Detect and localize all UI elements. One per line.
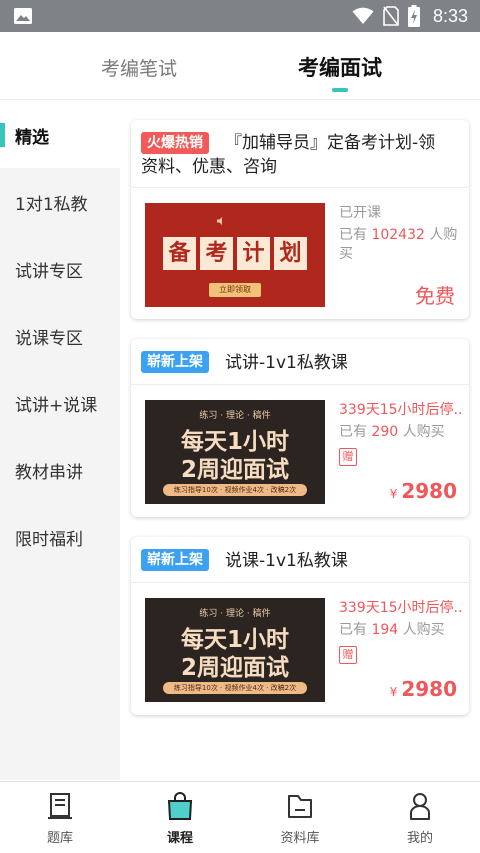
category-sidebar: 精选 1对1私教 试讲专区 说课专区 试讲+说课 教材串讲 限时福利 — [0, 101, 120, 780]
active-tab-indicator — [332, 88, 348, 92]
tab-interview[interactable]: 考编面试 — [298, 52, 382, 82]
thumbnail-char: 计 — [237, 237, 270, 270]
course-price: ¥2980 — [390, 677, 457, 701]
course-thumbnail: 练习 · 理论 · 稿件 每天1小时 2周迎面试 练习指导10次 · 视频作业4… — [145, 598, 325, 702]
sidebar-item-label: 教材串讲 — [15, 463, 83, 483]
sidebar-item-label: 试讲+说课 — [15, 396, 98, 416]
new-arrival-badge: 崭新上架 — [141, 549, 209, 571]
price-value: 2980 — [401, 479, 457, 503]
course-title: 试讲-1v1私教课 — [225, 353, 348, 373]
sidebar-item-label: 说课专区 — [15, 329, 83, 349]
sidebar-item-label: 试讲专区 — [15, 262, 83, 282]
purchase-prefix: 已有 — [339, 424, 367, 440]
nav-courses[interactable]: 课程 — [120, 782, 240, 853]
sidebar-item-featured[interactable]: 精选 — [0, 101, 120, 168]
currency-symbol: ¥ — [389, 685, 398, 699]
purchase-suffix: 买 — [339, 246, 353, 262]
purchase-count: 已有 290 人购买 — [339, 423, 463, 442]
sidebar-item-lecture-and-talk[interactable]: 试讲+说课 — [0, 369, 120, 436]
sidebar-item-label: 精选 — [15, 128, 49, 148]
course-card[interactable]: 火爆热销 『加辅导员』定备考计划-领 资料、优惠、咨询 备 考 计 划 立即领取… — [131, 120, 469, 319]
profile-icon — [410, 793, 430, 820]
purchase-number: 290 — [371, 424, 399, 440]
sidebar-item-label: 1对1私教 — [15, 195, 88, 215]
active-category-indicator — [0, 123, 5, 147]
thumbnail-claim-button: 立即领取 — [209, 283, 261, 297]
new-arrival-badge: 崭新上架 — [141, 351, 209, 373]
hot-sale-badge: 火爆热销 — [141, 132, 209, 154]
sale-countdown: 339天15小时后停... — [339, 402, 463, 418]
nav-label: 课程 — [166, 831, 193, 846]
course-thumbnail: 备 考 计 划 立即领取 — [145, 203, 325, 307]
sidebar-item-limited-offer[interactable]: 限时福利 — [0, 503, 120, 570]
thumbnail-title: 备 考 计 划 — [163, 237, 307, 273]
sidebar-item-label: 限时福利 — [15, 530, 83, 550]
thumbnail-features: 练习指导10次 · 视频作业4次 · 改稿2次 — [163, 682, 307, 694]
course-card[interactable]: 崭新上架 试讲-1v1私教课 练习 · 理论 · 稿件 每天1小时 2周迎面试 … — [131, 339, 469, 517]
purchase-count: 已有 194 人购买 — [339, 621, 463, 640]
course-card[interactable]: 崭新上架 说课-1v1私教课 练习 · 理论 · 稿件 每天1小时 2周迎面试 … — [131, 537, 469, 715]
purchase-suffix: 人购 — [429, 227, 458, 243]
purchase-suffix: 人购买 — [402, 424, 445, 440]
bottom-navigation: 题库 课程 资料库 我的 — [0, 781, 480, 853]
top-tab-bar: 考编笔试 考编面试 — [0, 32, 480, 100]
course-card-header: 崭新上架 说课-1v1私教课 — [131, 537, 469, 583]
battery-charging-icon — [407, 5, 420, 27]
currency-symbol: ¥ — [389, 487, 398, 501]
thumbnail-headline: 2周迎面试 — [180, 655, 289, 681]
question-bank-icon — [48, 793, 72, 819]
course-bag-icon — [167, 792, 193, 820]
gift-row: 赠 — [339, 447, 463, 466]
purchase-number: 194 — [371, 622, 399, 638]
course-status: 已开课 — [339, 205, 381, 221]
purchase-prefix: 已有 — [339, 622, 367, 638]
nav-label: 题库 — [46, 831, 73, 846]
no-sim-icon — [383, 6, 399, 26]
folder-icon — [288, 795, 312, 818]
nav-question-bank[interactable]: 题库 — [0, 782, 120, 853]
thumbnail-char: 备 — [163, 237, 196, 270]
course-title: 『加辅导员』定备考计划-领 — [225, 133, 436, 153]
course-thumbnail: 练习 · 理论 · 稿件 每天1小时 2周迎面试 练习指导10次 · 视频作业4… — [145, 400, 325, 504]
sidebar-item-textbook[interactable]: 教材串讲 — [0, 436, 120, 503]
purchase-prefix: 已有 — [339, 227, 367, 243]
gift-badge: 赠 — [339, 448, 357, 466]
system-indicators: 8:33 — [352, 4, 468, 28]
sidebar-item-1v1[interactable]: 1对1私教 — [0, 168, 120, 235]
course-price: 免费 — [415, 284, 455, 308]
purchase-suffix: 人购买 — [402, 622, 445, 638]
wifi-icon — [352, 7, 374, 24]
thumbnail-char: 考 — [200, 237, 233, 270]
thumbnail-subtitle: 练习 · 理论 · 稿件 — [199, 411, 271, 421]
sidebar-item-trial-lecture[interactable]: 试讲专区 — [0, 235, 120, 302]
nav-profile[interactable]: 我的 — [360, 782, 480, 853]
sidebar-item-lesson-talk[interactable]: 说课专区 — [0, 302, 120, 369]
sale-countdown: 339天15小时后停... — [339, 600, 463, 616]
nav-label: 资料库 — [280, 831, 320, 846]
purchase-count: 已有 102432 人购 买 — [339, 226, 465, 264]
image-notification-icon — [14, 8, 32, 24]
course-title: 说课-1v1私教课 — [225, 551, 348, 571]
nav-label: 我的 — [406, 831, 433, 846]
gift-badge: 赠 — [339, 646, 357, 664]
course-card-header: 火爆热销 『加辅导员』定备考计划-领 资料、优惠、咨询 — [131, 120, 469, 188]
course-title-line2: 资料、优惠、咨询 — [141, 157, 277, 177]
course-card-header: 崭新上架 试讲-1v1私教课 — [131, 339, 469, 385]
nav-materials[interactable]: 资料库 — [240, 782, 360, 853]
course-price: ¥2980 — [390, 479, 457, 503]
speaker-icon — [217, 217, 222, 225]
status-bar: 8:33 — [0, 0, 480, 32]
gift-row: 赠 — [339, 645, 463, 664]
clock: 8:33 — [432, 5, 468, 26]
thumbnail-subtitle: 练习 · 理论 · 稿件 — [199, 609, 271, 619]
tab-written-exam[interactable]: 考编笔试 — [101, 54, 177, 81]
price-value: 2980 — [401, 677, 457, 701]
thumbnail-headline: 2周迎面试 — [180, 457, 289, 483]
thumbnail-char: 划 — [274, 237, 307, 270]
thumbnail-features: 练习指导10次 · 视频作业4次 · 改稿2次 — [163, 484, 307, 496]
purchase-number: 102432 — [371, 227, 425, 243]
